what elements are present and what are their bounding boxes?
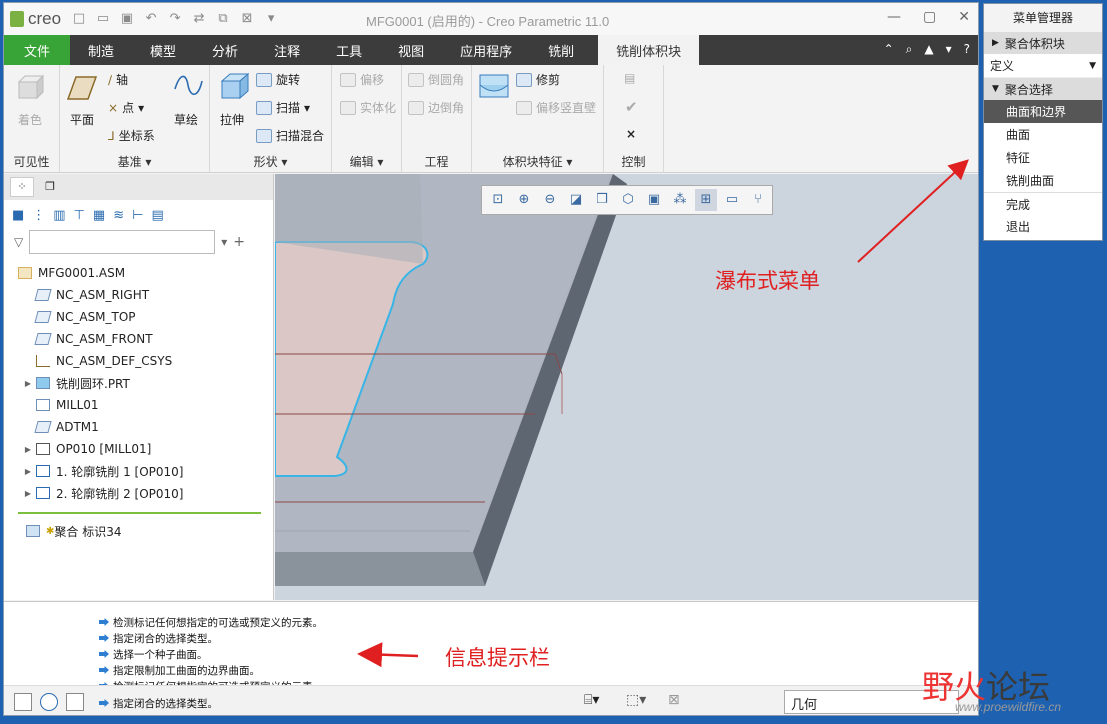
infobar-arrow [357,642,419,668]
annotation-arrows [357,159,969,668]
info-bar-annotation: 信息提示栏 [445,646,550,670]
waterfall-arrow [857,159,969,263]
waterfall-menu-annotation: 瀑布式菜单 [715,269,820,293]
watermark-url: www.proewildfire.cn [955,700,1062,714]
